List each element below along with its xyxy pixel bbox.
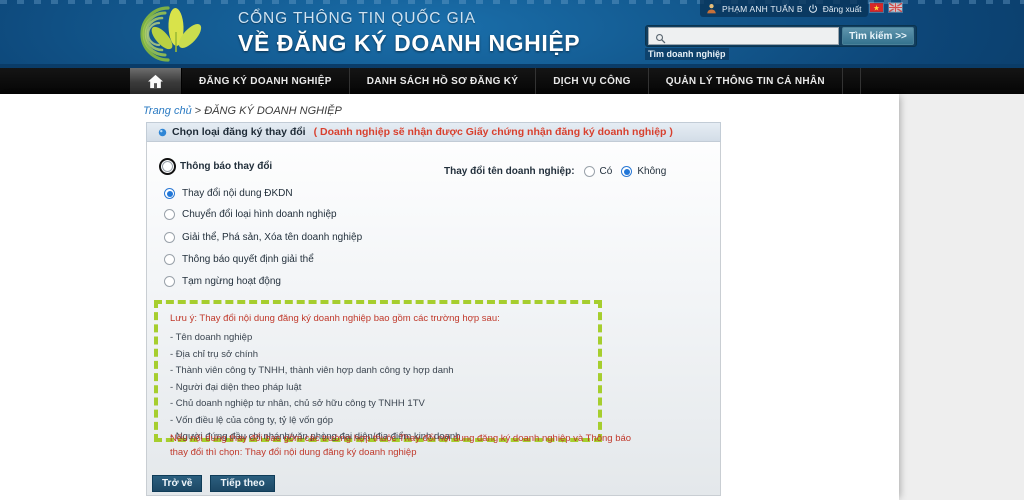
breadcrumb-home-link[interactable]: Trang chủ	[143, 105, 192, 117]
user-avatar-icon	[707, 4, 716, 14]
note-item: - Tên doanh nghiệp	[170, 332, 253, 343]
name-change-label: Thay đổi tên doanh nghiệp:	[444, 166, 575, 177]
form-actions: Trở về Tiếp theo	[152, 475, 275, 492]
nav-item-quan-ly-thong-tin[interactable]: QUẢN LÝ THÔNG TIN CÁ NHÂN	[649, 68, 843, 94]
option-label: Không	[637, 166, 667, 177]
option-thay-doi-noi-dung-ekdn[interactable]: Thay đổi nội dung ĐKDN	[164, 188, 293, 199]
radio-thay-doi-noi-dung-ekdn[interactable]	[164, 188, 175, 199]
note-item: - Địa chỉ trụ sở chính	[170, 348, 259, 360]
radio-chuyen-doi-loai-hinh[interactable]	[164, 209, 175, 220]
flag-vietnam-icon[interactable]	[869, 2, 884, 13]
search-hint-label: Tìm doanh nghiệp	[645, 48, 729, 60]
name-change-group: Thay đổi tên doanh nghiệp: Có Không	[444, 166, 666, 177]
user-name: PHẠM ANH TUẤN B	[722, 3, 803, 14]
option-thong-bao-thay-doi[interactable]: Thông báo thay đổi	[159, 158, 273, 175]
note-item: - Người đại diện theo pháp luật	[170, 381, 302, 393]
site-subtitle: CỔNG THÔNG TIN QUỐC GIA	[238, 10, 477, 27]
power-icon[interactable]	[808, 3, 818, 14]
note-item: - Chủ doanh nghiệp tư nhân, chủ sở hữu c…	[170, 398, 425, 409]
bullet-blue-icon	[158, 128, 167, 136]
radio-tam-ngung-hoat-dong[interactable]	[164, 276, 175, 287]
radio-name-change-no[interactable]	[621, 166, 633, 177]
note-title: Lưu ý: Thay đổi nội dung đăng ký doanh n…	[170, 313, 500, 324]
option-label: Tạm ngừng hoạt động	[182, 276, 281, 287]
breadcrumb-separator: >	[194, 105, 202, 117]
panel-heading: Chọn loại đăng ký thay đổi	[172, 126, 306, 138]
page-root: CỔNG THÔNG TIN QUỐC GIA VỀ ĐĂNG KÝ DOANH…	[0, 0, 1024, 500]
site-header: CỔNG THÔNG TIN QUỐC GIA VỀ ĐĂNG KÝ DOANH…	[0, 0, 1024, 68]
home-icon	[148, 74, 163, 88]
note-item: - Vốn điều lệ của công ty, tỷ lệ vốn góp	[170, 414, 334, 426]
radio-giai-the-pha-san[interactable]	[164, 232, 175, 243]
option-thong-bao-quyet-dinh-giai-the[interactable]: Thông báo quyết định giải thể	[164, 254, 314, 265]
nav-item-danh-sach-ho-so[interactable]: DANH SÁCH HỒ SƠ ĐĂNG KÝ	[350, 68, 537, 94]
leaf-swirl-logo-icon	[140, 6, 202, 62]
flag-english-icon[interactable]	[888, 2, 903, 13]
name-change-option-co[interactable]: Có	[583, 166, 613, 177]
option-giai-the-pha-san[interactable]: Giải thể, Phá sản, Xóa tên doanh nghiệp	[164, 232, 362, 243]
nav-tail-spacer	[843, 68, 861, 94]
nav-item-dang-ky-doanh-nghiep[interactable]: ĐĂNG KÝ DOANH NGHIỆP	[182, 68, 350, 94]
search-box: Tìm kiếm >>	[645, 25, 917, 47]
option-chuyen-doi-loai-hinh[interactable]: Chuyển đổi loại hình doanh nghiệp	[164, 209, 337, 220]
logout-link[interactable]: Đăng xuất	[823, 4, 862, 14]
option-label: Có	[599, 166, 613, 177]
option-label: Chuyển đổi loại hình doanh nghiệp	[182, 209, 337, 220]
note-item: - Thành viên công ty TNHH, thành viên hợ…	[170, 365, 454, 376]
search-button[interactable]: Tìm kiếm >>	[842, 27, 914, 45]
main-nav: ĐĂNG KÝ DOANH NGHIỆP DANH SÁCH HỒ SƠ ĐĂN…	[0, 68, 1024, 94]
user-bar: PHẠM ANH TUẤN B Đăng xuất	[700, 0, 868, 17]
language-flags	[869, 2, 903, 13]
search-input[interactable]	[648, 27, 839, 45]
radio-thong-bao-quyet-dinh-giai-the[interactable]	[164, 254, 175, 265]
option-label: Thông báo quyết định giải thể	[182, 254, 314, 265]
breadcrumb: Trang chủ > ĐĂNG KÝ DOANH NGHIỆP	[143, 105, 342, 117]
breadcrumb-current: ĐĂNG KÝ DOANH NGHIỆP	[204, 105, 342, 117]
option-label: Giải thể, Phá sản, Xóa tên doanh nghiệp	[182, 232, 363, 243]
option-label: Thay đổi nội dung ĐKDN	[182, 188, 293, 199]
panel-header: Chọn loại đăng ký thay đổi ( Doanh nghiệ…	[146, 122, 721, 142]
back-button[interactable]: Trở về	[152, 475, 203, 492]
panel-heading-note: ( Doanh nghiệp sẽ nhận được Giấy chứng n…	[313, 126, 673, 138]
next-button[interactable]: Tiếp theo	[210, 475, 275, 492]
radio-name-change-yes[interactable]	[583, 166, 595, 177]
note-footer: Nếu nội dung thay đổi bao gồm các trường…	[170, 433, 632, 458]
name-change-option-khong[interactable]: Không	[621, 166, 666, 177]
radio-thong-bao-thay-doi[interactable]	[159, 158, 176, 175]
site-title: VỀ ĐĂNG KÝ DOANH NGHIỆP	[238, 30, 581, 56]
option-tam-ngung-hoat-dong[interactable]: Tạm ngừng hoạt động	[164, 276, 281, 287]
note-box-content: Lưu ý: Thay đổi nội dung đăng ký doanh n…	[170, 313, 600, 448]
site-logo[interactable]	[124, 2, 228, 64]
option-label: Thông báo thay đổi	[180, 161, 273, 172]
nav-home-button[interactable]	[130, 68, 182, 94]
nav-item-dich-vu-cong[interactable]: DỊCH VỤ CÔNG	[536, 68, 649, 94]
